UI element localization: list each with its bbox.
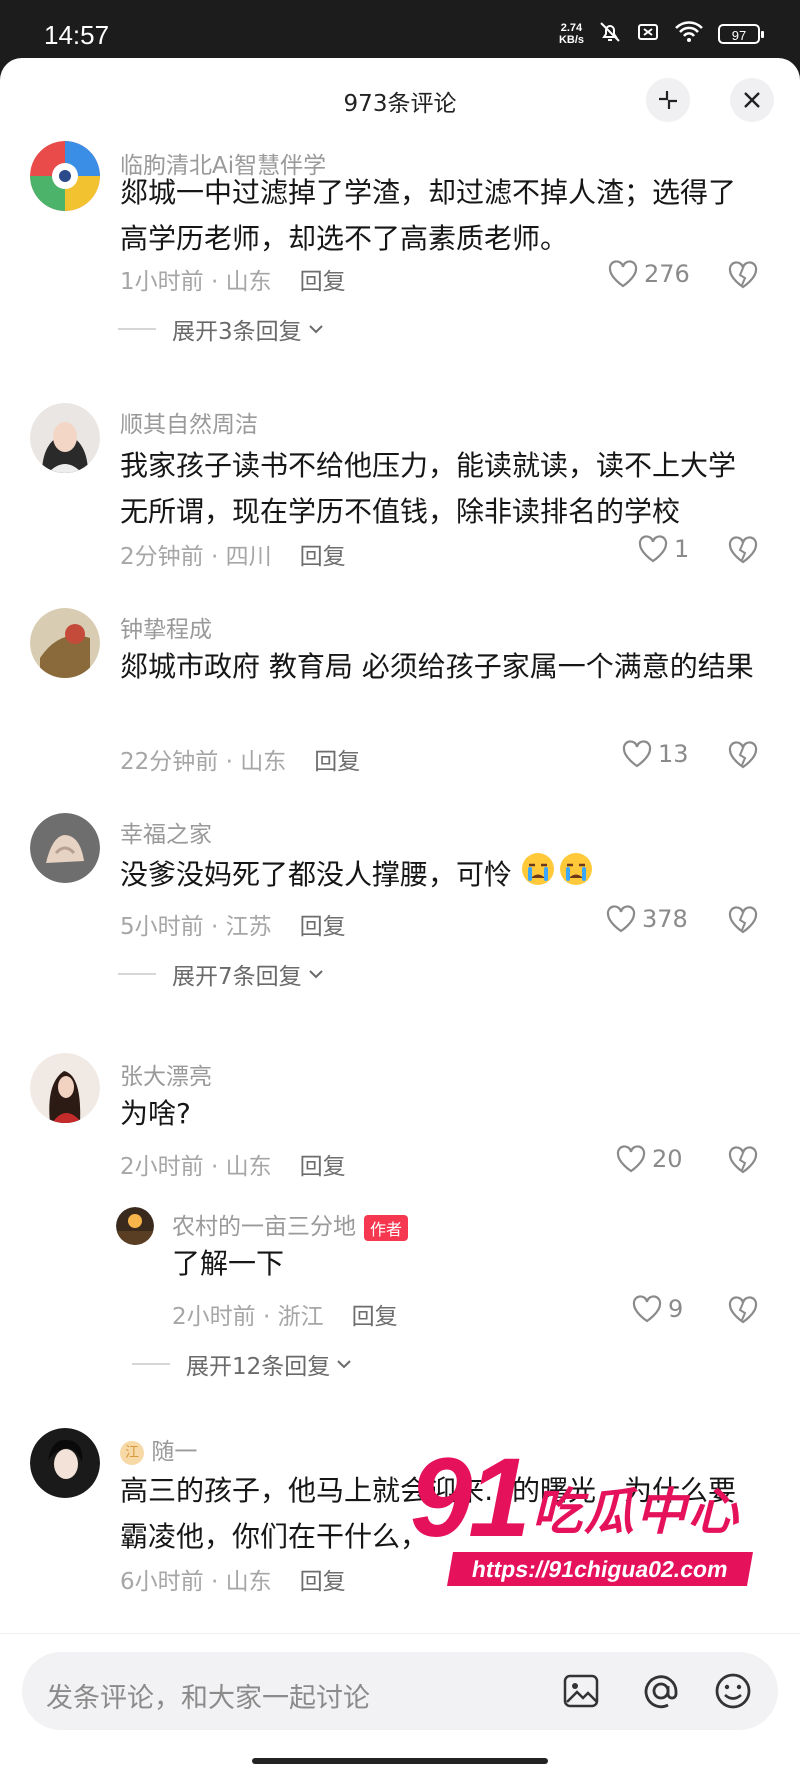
avatar[interactable] [30, 141, 100, 211]
crying-emoji-icon [521, 851, 595, 901]
sub-reply: 农村的一亩三分地 作者 了解一下 2小时前 · 浙江 回复 9 [0, 1201, 800, 1331]
dislike-button[interactable] [728, 536, 758, 568]
avatar[interactable] [116, 1207, 154, 1245]
broken-heart-icon [728, 261, 758, 289]
comment-meta: 22分钟前 · 山东 回复 [120, 749, 361, 775]
reply-button[interactable]: 回复 [300, 269, 346, 295]
dislike-button[interactable] [728, 906, 758, 938]
chevron-down-icon [308, 325, 323, 334]
heart-icon [632, 1295, 662, 1323]
reply-button[interactable]: 回复 [300, 1569, 346, 1595]
avatar[interactable] [30, 813, 100, 883]
network-speed: 2.74 KB/s [558, 22, 584, 46]
comment-input-placeholder: 发条评论，和大家一起讨论 [46, 1683, 370, 1714]
like-count: 276 [644, 260, 690, 288]
reply-button[interactable]: 回复 [352, 1304, 398, 1330]
comment-meta: 1小时前 · 山东 回复 [120, 269, 346, 295]
watermark-logo: 91 吃瓜中心 https://91chigua02.com [410, 1442, 760, 1592]
comment-meta: 2小时前 · 山东 回复 [120, 1154, 346, 1180]
mute-bell-icon [598, 20, 622, 48]
dislike-button[interactable] [728, 261, 758, 293]
heart-icon [622, 740, 652, 768]
chevron-down-icon [308, 970, 323, 979]
comment-author[interactable]: 幸福之家 [120, 815, 212, 849]
avatar[interactable] [30, 1428, 100, 1498]
sim-off-icon [636, 20, 660, 48]
heart-icon [608, 260, 638, 288]
comment-meta: 6小时前 · 山东 回复 [120, 1569, 346, 1595]
like-count: 1 [674, 535, 690, 563]
at-icon[interactable] [640, 1670, 682, 1712]
status-time: 14:57 [44, 20, 110, 50]
like-button[interactable]: 276 [608, 260, 690, 288]
comment-author[interactable]: 张大漂亮 [120, 1057, 212, 1091]
battery-icon: 97 [718, 24, 764, 44]
sheet-header: 973条评论 [0, 58, 800, 138]
like-count: 9 [668, 1295, 684, 1323]
close-button[interactable] [730, 78, 774, 122]
comment-meta: 5小时前 · 江苏 回复 [120, 914, 346, 940]
collapse-button[interactable] [646, 78, 690, 122]
comment-meta: 2小时前 · 浙江 回复 [172, 1304, 398, 1330]
avatar[interactable] [30, 608, 100, 678]
expand-replies-button[interactable]: 展开7条回复 [118, 957, 326, 991]
like-count: 13 [658, 740, 689, 768]
comment-author[interactable]: 顺其自然周洁 [120, 405, 258, 439]
comment-author[interactable]: 江 随一 [120, 1432, 197, 1466]
like-button[interactable]: 13 [622, 740, 689, 768]
like-count: 378 [642, 905, 688, 933]
comment-author[interactable]: 钟挚程成 [120, 610, 212, 644]
wifi-icon [674, 21, 704, 47]
avatar[interactable] [30, 403, 100, 473]
status-icons: 2.74 KB/s 97 [558, 20, 764, 48]
like-button[interactable]: 9 [632, 1295, 683, 1323]
close-icon [744, 92, 760, 108]
like-button[interactable]: 20 [616, 1145, 683, 1173]
comment-input[interactable]: 发条评论，和大家一起讨论 [22, 1652, 778, 1730]
comment-text: 为啥? [120, 1097, 191, 1130]
status-bar: 14:57 2.74 KB/s 97 [0, 0, 800, 66]
image-icon[interactable] [560, 1670, 602, 1712]
collapse-icon [659, 91, 677, 109]
heart-icon [616, 1145, 646, 1173]
broken-heart-icon [728, 536, 758, 564]
dislike-button[interactable] [728, 741, 758, 773]
home-indicator[interactable] [252, 1758, 548, 1764]
reply-button[interactable]: 回复 [300, 914, 346, 940]
comment-text: 了解一下 [172, 1247, 285, 1280]
comment-text: 郯城市政府 教育局 必须给孩子家属一个满意的结果 [120, 650, 754, 683]
broken-heart-icon [728, 741, 758, 769]
reply-button[interactable]: 回复 [300, 544, 346, 570]
heart-icon [606, 905, 636, 933]
broken-heart-icon [728, 906, 758, 934]
heart-icon [638, 535, 668, 563]
avatar[interactable] [30, 1053, 100, 1123]
expand-replies-button[interactable]: 展开12条回复 [132, 1347, 354, 1381]
comment-author[interactable]: 农村的一亩三分地 作者 [172, 1207, 409, 1241]
dislike-button[interactable] [728, 1146, 758, 1178]
broken-heart-icon [728, 1296, 758, 1324]
expand-replies-button[interactable]: 展开3条回复 [118, 312, 326, 346]
reply-button[interactable]: 回复 [314, 749, 360, 775]
comment-sheet: 973条评论 临朐清北Ai智慧伴学 郯城一中过滤掉了学渣，却过滤不掉人渣；选得了… [0, 58, 800, 1777]
dislike-button[interactable] [728, 1296, 758, 1328]
like-button[interactable]: 1 [638, 535, 689, 563]
author-badge: 作者 [364, 1214, 409, 1241]
chevron-down-icon [337, 1360, 351, 1369]
comment-input-bar: 发条评论，和大家一起讨论 [0, 1633, 800, 1778]
like-button[interactable]: 378 [606, 905, 688, 933]
comment-text: 没爹没妈死了都没人撑腰，可怜 [120, 851, 680, 901]
comment-text: 我家孩子读书不给他压力，能读就读，读不上大学无所谓，现在学历不值钱，除非读排名的… [120, 449, 737, 528]
reply-button[interactable]: 回复 [300, 1154, 346, 1180]
comment-meta: 2分钟前 · 四川 回复 [120, 544, 346, 570]
emoji-icon[interactable] [712, 1670, 754, 1712]
like-count: 20 [652, 1145, 683, 1173]
level-badge: 江 [120, 1440, 144, 1465]
broken-heart-icon [728, 1146, 758, 1174]
comment-text: 郯城一中过滤掉了学渣，却过滤不掉人渣；选得了高学历老师，却选不了高素质老师。 [120, 176, 737, 255]
